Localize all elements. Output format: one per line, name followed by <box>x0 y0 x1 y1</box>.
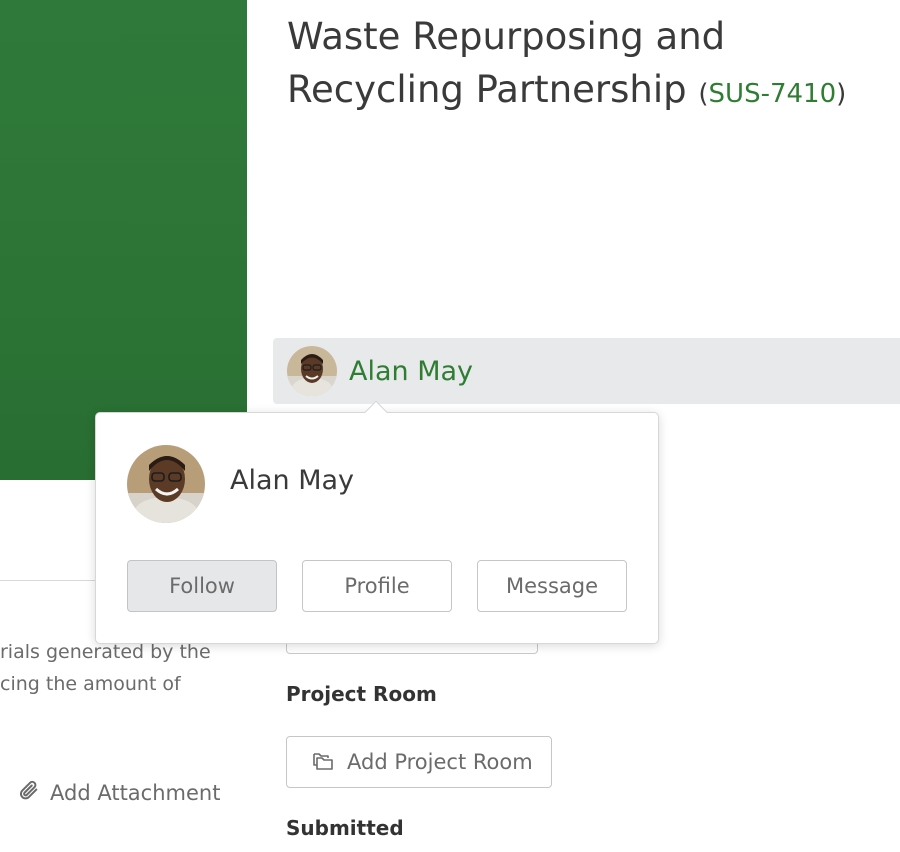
project-description: rials generated by the cing the amount o… <box>0 636 250 700</box>
paren-close: ) <box>836 79 847 109</box>
message-button[interactable]: Message <box>477 560 627 612</box>
folders-icon <box>311 748 335 777</box>
submitted-heading: Submitted <box>286 816 404 840</box>
add-project-room-button[interactable]: Add Project Room <box>286 736 552 788</box>
avatar[interactable] <box>127 445 205 523</box>
paren-open: ( <box>698 79 709 109</box>
follow-button[interactable]: Follow <box>127 560 277 612</box>
paperclip-icon <box>18 779 40 806</box>
add-project-room-label: Add Project Room <box>347 750 533 774</box>
owner-name-link[interactable]: Alan May <box>349 356 473 387</box>
project-banner-image <box>0 0 247 480</box>
description-line: cing the amount of <box>0 673 181 695</box>
add-attachment-button[interactable]: Add Attachment <box>18 779 220 806</box>
popover-caret <box>364 400 388 424</box>
project-code-wrap: (SUS-7410) <box>698 79 846 109</box>
add-attachment-label: Add Attachment <box>50 780 221 805</box>
profile-button[interactable]: Profile <box>302 560 452 612</box>
project-code: SUS-7410 <box>708 79 837 109</box>
user-popover: Alan May Follow Profile Message <box>95 400 659 644</box>
project-title: Waste Repurposing and Recycling Partners… <box>287 15 726 111</box>
project-room-heading: Project Room <box>286 682 437 706</box>
page-title: Waste Repurposing and Recycling Partners… <box>287 10 887 121</box>
avatar <box>287 346 337 396</box>
popover-user-name: Alan May <box>230 465 355 496</box>
project-owner-chip[interactable]: Alan May <box>273 338 900 404</box>
